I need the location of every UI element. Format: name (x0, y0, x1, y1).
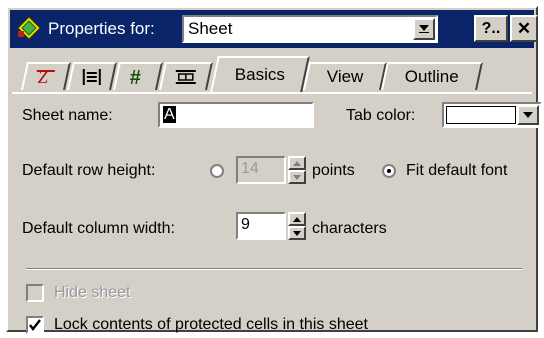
properties-dialog: Properties for: Sheet ?.. ✕ Z # Basics V… (6, 6, 542, 334)
fit-default-font-label: Fit default font (406, 162, 508, 179)
section-divider (26, 268, 522, 270)
arrow-up-icon (293, 160, 301, 166)
column-width-up-button[interactable] (288, 212, 306, 226)
tab-font[interactable]: Z (21, 62, 71, 90)
row-height-label: Default row height: (22, 162, 156, 179)
tab-color-swatch (446, 106, 516, 124)
number-icon: # (127, 67, 149, 87)
basics-panel: Sheet name: A Tab color: Default row hei… (12, 94, 542, 334)
tab-view-label: View (326, 67, 364, 86)
column-width-units: characters (312, 220, 387, 237)
row-height-up-button[interactable] (288, 156, 306, 170)
checkmark-icon (29, 319, 41, 331)
font-icon: Z (35, 67, 57, 87)
hide-sheet-label: Hide sheet (54, 284, 131, 301)
chevron-down-icon (419, 25, 429, 33)
tab-basics[interactable]: Basics (210, 56, 310, 92)
row-height-units: points (312, 162, 355, 179)
column-width-down-button[interactable] (288, 226, 306, 240)
row-height-value: 14 (241, 160, 259, 177)
tab-color-dropdown-button[interactable] (517, 105, 539, 125)
tab-basics-label: Basics (234, 65, 285, 84)
lock-contents-label: Lock contents of protected cells in this… (54, 316, 368, 333)
row-height-input[interactable]: 14 (236, 156, 286, 184)
tab-strip: Z # Basics View Outline (10, 52, 534, 92)
fit-default-font-radio[interactable] (382, 164, 396, 178)
column-width-value: 9 (241, 216, 250, 233)
sheet-name-input[interactable]: A (158, 102, 314, 128)
chevron-down-icon (523, 111, 533, 118)
sheet-name-label: Sheet name: (22, 107, 113, 124)
arrow-down-icon (293, 174, 301, 180)
title-bar: Properties for: Sheet ?.. ✕ (10, 10, 538, 48)
hide-sheet-checkbox[interactable] (26, 284, 44, 302)
tab-number[interactable]: # (113, 62, 163, 90)
row-height-custom-radio[interactable] (210, 164, 224, 178)
object-type-select[interactable]: Sheet (182, 15, 438, 43)
tab-border[interactable] (159, 62, 213, 90)
tab-alignment[interactable] (67, 62, 117, 90)
tab-color-label: Tab color: (346, 107, 416, 124)
lock-contents-checkbox[interactable] (26, 316, 44, 334)
arrow-up-icon (293, 216, 301, 222)
tab-outline-label: Outline (404, 67, 459, 86)
align-icon (81, 67, 103, 87)
diamond-app-icon (17, 16, 41, 40)
tab-view[interactable]: View (303, 62, 387, 90)
row-height-down-button[interactable] (288, 170, 306, 184)
sheet-name-value: A (163, 106, 176, 123)
column-width-label: Default column width: (22, 220, 175, 237)
column-width-spinner[interactable] (288, 212, 306, 240)
column-width-input[interactable]: 9 (236, 212, 286, 240)
object-type-dropdown-button[interactable] (413, 18, 435, 40)
tab-outline[interactable]: Outline (381, 62, 483, 90)
dialog-title-label: Properties for: (48, 19, 155, 38)
close-button[interactable]: ✕ (510, 15, 538, 42)
border-icon (174, 67, 198, 87)
svg-text:#: # (130, 67, 141, 87)
row-height-spinner[interactable] (288, 156, 306, 184)
tab-color-picker[interactable] (442, 102, 542, 128)
arrow-down-icon (293, 230, 301, 236)
object-type-value: Sheet (188, 19, 233, 38)
help-button[interactable]: ?.. (474, 15, 508, 42)
